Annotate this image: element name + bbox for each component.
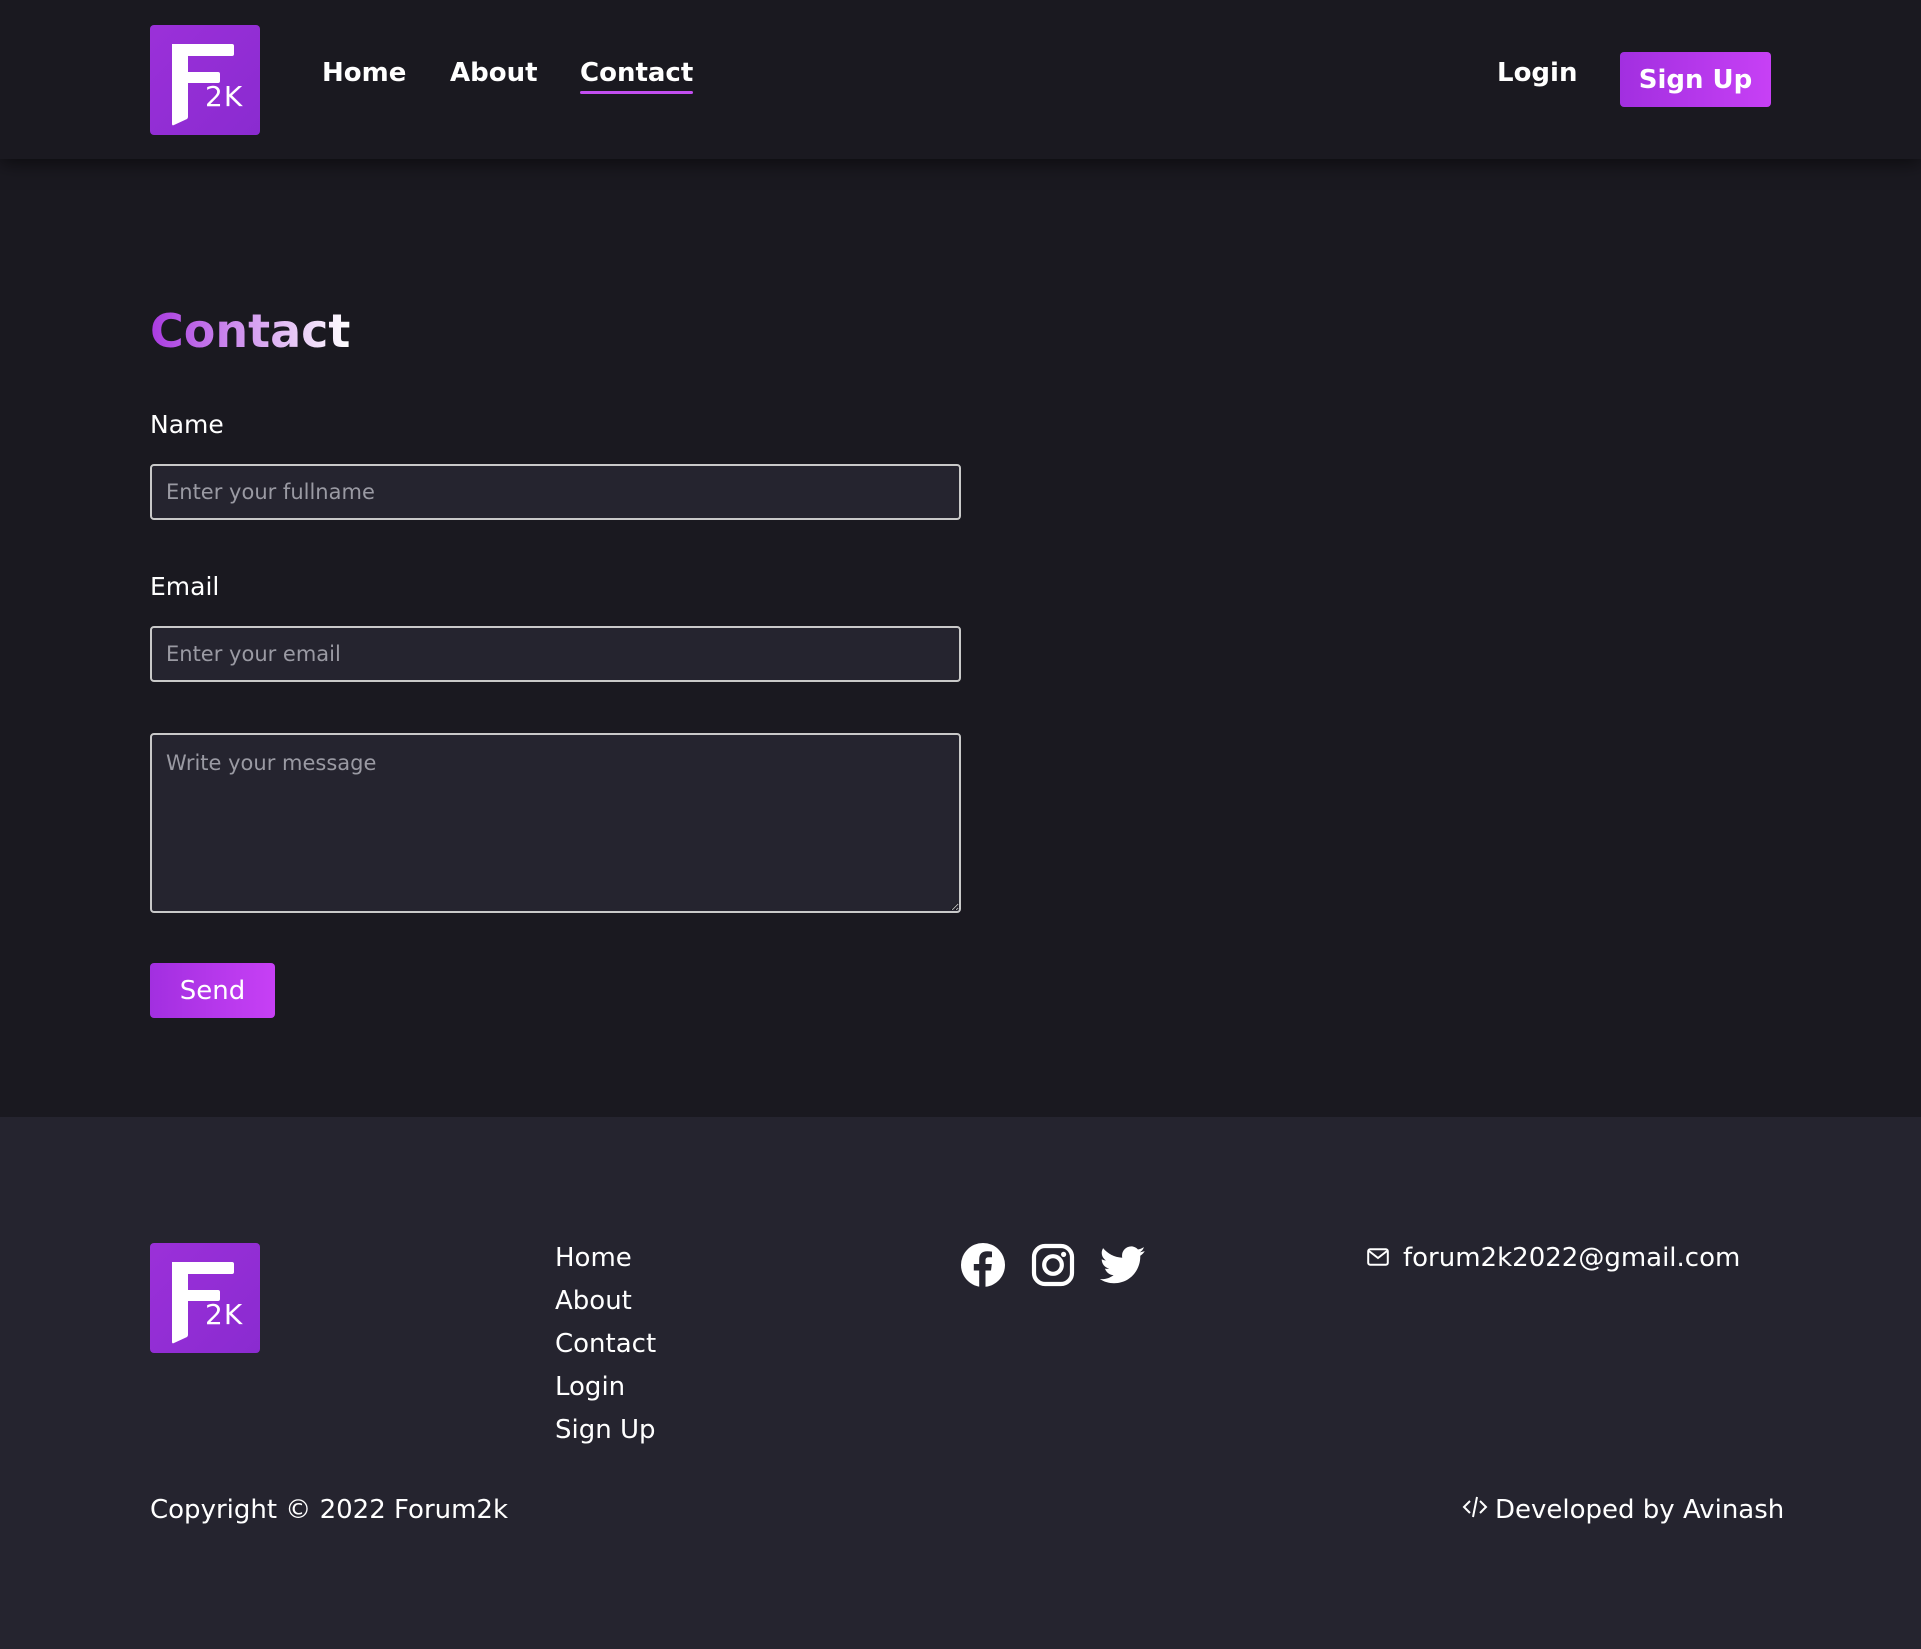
send-button[interactable]: Send [150,963,275,1018]
name-input[interactable] [150,464,961,520]
mail-icon [1367,1248,1389,1266]
nav-about-link[interactable]: About [450,60,538,86]
footer-link-signup[interactable]: Sign Up [555,1417,656,1460]
email-label: Email [150,572,220,601]
footer-link-login[interactable]: Login [555,1374,656,1417]
forum2k-logo[interactable]: 2K [150,25,260,135]
name-label: Name [150,410,224,439]
login-link[interactable]: Login [1497,60,1577,86]
footer-link-home[interactable]: Home [555,1245,656,1288]
logo-2k-text: 2K [205,80,244,113]
instagram-icon[interactable] [1030,1242,1076,1288]
code-icon [1462,1496,1488,1518]
top-navbar: 2K Home About Contact Login Sign Up [0,0,1921,159]
email-input[interactable] [150,626,961,682]
message-textarea[interactable] [150,733,961,913]
footer-link-contact[interactable]: Contact [555,1331,656,1374]
footer-nav: Home About Contact Login Sign Up [555,1245,656,1460]
site-footer: 2K Home About Contact Login Sign Up foru… [0,1117,1921,1649]
facebook-icon[interactable] [960,1242,1006,1288]
footer-link-about[interactable]: About [555,1288,656,1331]
nav-home-link[interactable]: Home [322,60,406,86]
twitter-icon[interactable] [1099,1242,1146,1288]
footer-logo[interactable]: 2K [150,1243,260,1353]
nav-contact-link[interactable]: Contact [580,60,694,94]
developer-credit: Developed by Avinash [1495,1495,1785,1525]
logo-2k-text: 2K [205,1298,244,1331]
signup-button[interactable]: Sign Up [1620,52,1771,107]
page-title: Contact [150,304,351,358]
contact-email[interactable]: forum2k2022@gmail.com [1403,1245,1740,1271]
copyright-text: Copyright © 2022 Forum2k [150,1495,509,1525]
